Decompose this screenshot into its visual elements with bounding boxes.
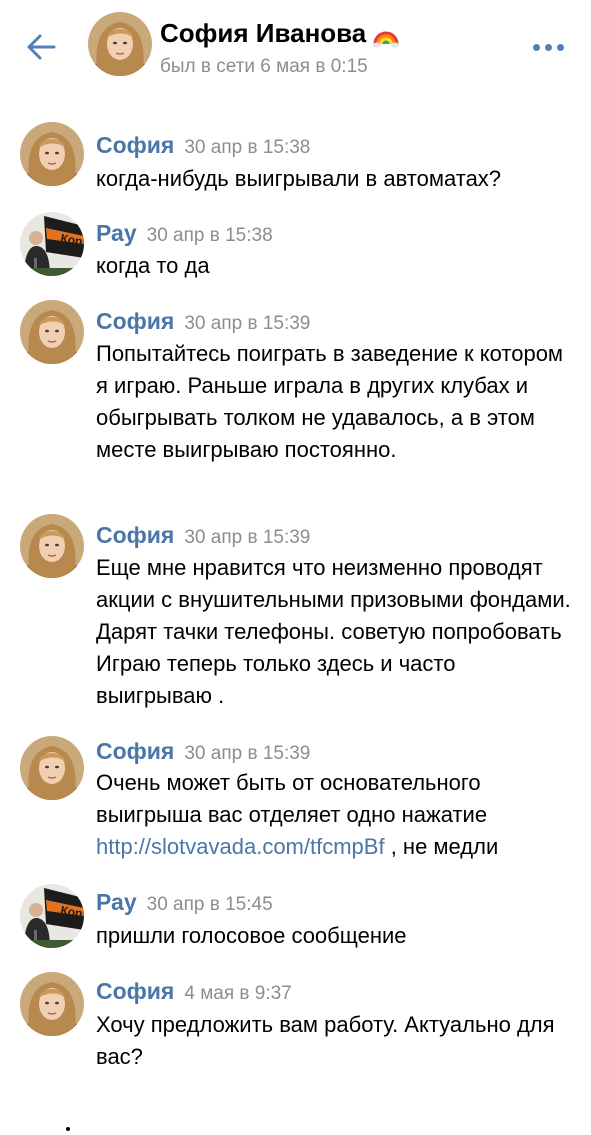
avatar[interactable] bbox=[20, 736, 84, 800]
message-link[interactable]: http://slotvavada.com/tfcmpBf bbox=[96, 834, 385, 859]
message-time: 30 апр в 15:45 bbox=[146, 894, 273, 915]
message-author[interactable]: София 30 апр в 15:39 bbox=[96, 738, 310, 765]
message-text: Очень может быть от основательного выигр… bbox=[96, 767, 576, 863]
author-name: Рау bbox=[96, 220, 137, 246]
avatar[interactable] bbox=[20, 972, 84, 1036]
avatar[interactable] bbox=[20, 514, 84, 578]
message-text: когда то да bbox=[96, 253, 210, 278]
message-text: Еще мне нравится что неизменно проводят … bbox=[96, 555, 571, 708]
header-avatar[interactable] bbox=[88, 12, 152, 76]
message-time: 30 апр в 15:39 bbox=[184, 313, 311, 334]
message-time: 30 апр в 15:39 bbox=[184, 527, 311, 548]
message-author[interactable]: София 4 мая в 9:37 bbox=[96, 978, 292, 1005]
message-author[interactable]: София 30 апр в 15:39 bbox=[96, 522, 310, 549]
message-time: 30 апр в 15:38 bbox=[146, 225, 273, 246]
message-text-after: , не медли bbox=[390, 834, 499, 859]
scroll-edge-mark bbox=[66, 1127, 70, 1131]
message-text: Попытайтесь поиграть в заведение к котор… bbox=[96, 341, 564, 462]
message-time: 30 апр в 15:38 bbox=[184, 137, 311, 158]
author-name: София bbox=[96, 978, 175, 1004]
author-name: София bbox=[96, 308, 175, 334]
message-text-before: Очень может быть от основательного выигр… bbox=[96, 770, 488, 827]
message-author[interactable]: Рау 30 апр в 15:38 bbox=[96, 220, 273, 247]
last-seen-status: был в сети 6 мая в 0:15 bbox=[160, 56, 368, 77]
message-text: Хочу предложить вам работу. Актуально дл… bbox=[96, 1012, 555, 1069]
message-time: 4 мая в 9:37 bbox=[184, 983, 292, 1004]
message-text: пришли голосовое сообщение bbox=[96, 923, 407, 948]
message-time: 30 апр в 15:39 bbox=[184, 743, 311, 764]
chat-title[interactable]: София Иванова bbox=[160, 18, 366, 49]
avatar[interactable] bbox=[20, 212, 84, 276]
message-author[interactable]: София 30 апр в 15:38 bbox=[96, 132, 310, 159]
author-name: София bbox=[96, 132, 175, 158]
avatar[interactable] bbox=[20, 884, 84, 948]
avatar[interactable] bbox=[20, 300, 84, 364]
author-name: София bbox=[96, 522, 175, 548]
message-text: когда-нибудь выигрывали в автоматах? bbox=[96, 166, 502, 191]
message-author[interactable]: София 30 апр в 15:39 bbox=[96, 308, 310, 335]
avatar[interactable] bbox=[20, 122, 84, 186]
chat-header: София Иванова был в сети 6 мая в 0:15 bbox=[0, 0, 591, 100]
arrow-left-icon[interactable] bbox=[24, 30, 58, 64]
rainbow-emoji-icon bbox=[373, 31, 399, 48]
message-author[interactable]: Рау 30 апр в 15:45 bbox=[96, 889, 273, 916]
author-name: София bbox=[96, 738, 175, 764]
author-name: Рау bbox=[96, 889, 137, 915]
ellipsis-icon[interactable] bbox=[530, 40, 566, 56]
